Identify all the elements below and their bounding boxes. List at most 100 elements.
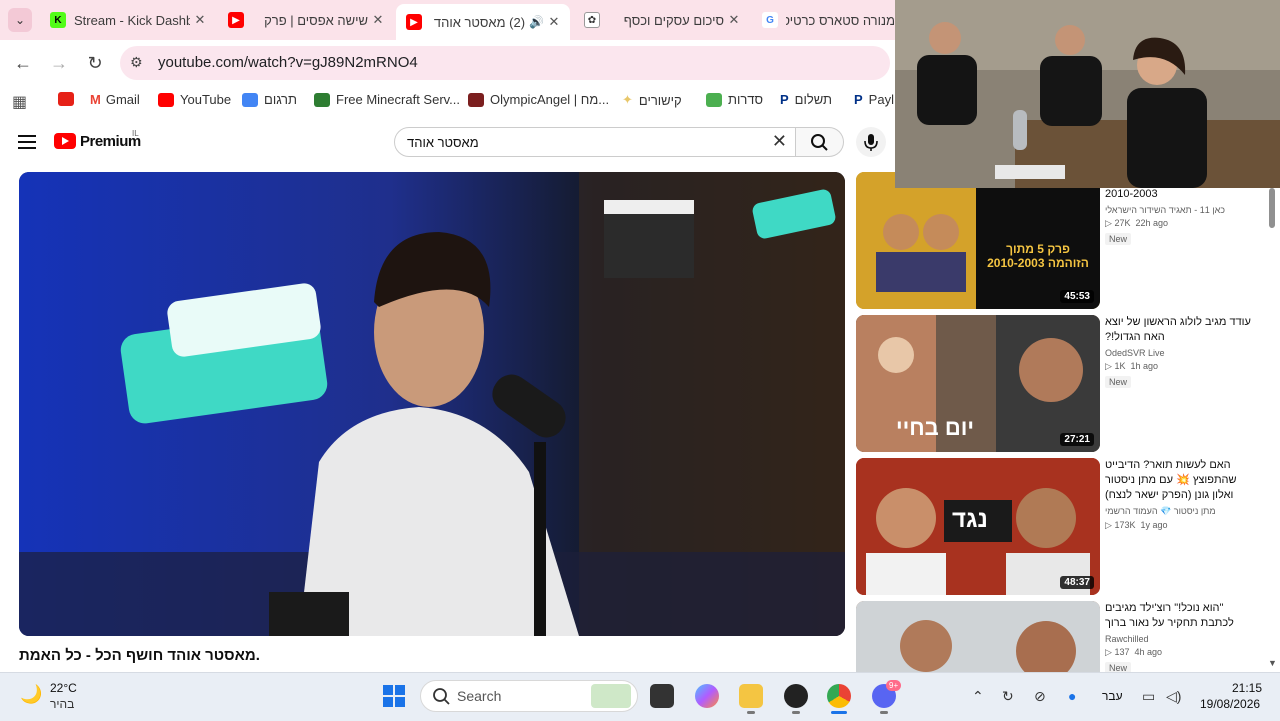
bookmark-series[interactable]: סדרות xyxy=(706,92,763,107)
monitor-icon[interactable]: ▭ xyxy=(1142,688,1155,705)
bookmark-payment[interactable]: P תשלום xyxy=(780,92,832,107)
video-thumbnail[interactable]: נגד 48:37 xyxy=(856,458,1100,595)
related-video-title[interactable]: "הוא נוכל!" רוצ'ילד מגיבים לכתבת תחקיר ע… xyxy=(1105,601,1257,631)
file-explorer-icon[interactable] xyxy=(739,684,763,708)
close-tab-icon[interactable]: ✕ xyxy=(544,14,564,30)
close-tab-icon[interactable]: ✕ xyxy=(190,12,210,28)
active-indicator xyxy=(831,711,847,714)
new-badge: New xyxy=(1105,662,1132,672)
back-icon[interactable]: ← xyxy=(10,50,36,76)
video-thumbnail[interactable]: פרק 5 מתוך הזוהמה 2010-2003 45:53 xyxy=(856,172,1100,309)
bookmark-links-folder[interactable]: ✦ קישורים xyxy=(622,92,682,108)
related-video-card[interactable]: נגד 48:37 האם לעשות תואר? הדיבייט שהתפוצ… xyxy=(856,458,1266,596)
tab-title: סיכום עסקים וכסף xyxy=(623,12,724,28)
new-badge: New xyxy=(1105,233,1132,245)
youtube-icon: ▶ xyxy=(228,12,244,28)
start-button[interactable] xyxy=(383,685,405,707)
tab-shisha-afasim[interactable]: ▶ שישה אפסים | פרק ✕ xyxy=(218,4,394,36)
video-player[interactable] xyxy=(19,172,845,636)
clear-search-icon[interactable]: ✕ xyxy=(772,131,787,152)
chevron-up-icon[interactable]: ⌃ xyxy=(972,688,984,705)
obs-icon[interactable] xyxy=(784,684,808,708)
search-button[interactable] xyxy=(796,127,844,157)
copilot-icon[interactable] xyxy=(695,684,719,708)
microphone-icon[interactable]: ● xyxy=(1068,688,1076,704)
close-tab-icon[interactable]: ✕ xyxy=(724,12,744,28)
video-frame xyxy=(19,172,845,636)
running-indicator xyxy=(792,711,800,714)
clock-date[interactable]: 19/08/2026 xyxy=(1200,697,1260,711)
channel-name[interactable]: מתן ניסטור 💎 העמוד הרשמי xyxy=(1105,506,1257,517)
forward-icon[interactable]: → xyxy=(46,50,72,76)
clock-time[interactable]: 21:15 xyxy=(1232,681,1262,695)
bookmark-translate[interactable]: תרגום xyxy=(242,92,297,107)
bookmark-youtube-red[interactable] xyxy=(58,92,80,106)
video-duration: 27:21 xyxy=(1060,433,1094,446)
apps-grid-icon[interactable]: ▦ xyxy=(12,92,27,112)
voice-search-button[interactable] xyxy=(856,127,886,157)
audio-playing-icon[interactable]: 🔊 xyxy=(529,15,544,29)
volume-icon[interactable]: ◁) xyxy=(1166,688,1181,705)
google-icon: G xyxy=(762,12,778,28)
video-meta: האם לעשות תואר? הדיבייט שהתפוצץ 💥 עם מתן… xyxy=(1105,458,1257,531)
related-video-card[interactable]: "הוא נוכל!" רוצ'ילד מגיבים לכתבת תחקיר ע… xyxy=(856,601,1266,672)
search-input[interactable]: מאסטר אוהד ✕ xyxy=(394,127,796,157)
related-video-card[interactable]: פרק 5 מתוך הזוהמה 2010-2003 45:53 הישראל… xyxy=(856,172,1266,310)
views-icon: ▷ xyxy=(1105,361,1112,371)
webcam-overlay xyxy=(895,0,1280,188)
site-info-icon[interactable]: ⚙ xyxy=(130,54,143,71)
kick-icon: K xyxy=(50,12,66,28)
youtube-logo-icon[interactable] xyxy=(54,133,76,149)
folder-icon: ✦ xyxy=(622,92,633,107)
running-indicator xyxy=(747,711,755,714)
views-icon: ▷ xyxy=(1105,520,1112,530)
tab-business-summary[interactable]: ✿ סיכום עסקים וכסף ✕ xyxy=(574,4,750,36)
taskbar-search[interactable]: Search xyxy=(420,680,638,712)
tab-master-ohad[interactable]: ▶ (2) מאסטר אוהד 🔊 ✕ xyxy=(396,4,570,40)
close-tab-icon[interactable]: ✕ xyxy=(368,12,388,28)
search-query: מאסטר אוהד xyxy=(407,135,479,150)
tab-title: (2) מאסטר אוהד xyxy=(433,14,526,30)
bookmark-paypal[interactable]: P Payl xyxy=(854,92,894,107)
youtube-icon: ▶ xyxy=(406,14,422,30)
video-meta: עודד מגיב לולוג הראשון של יוצא האח הגדול… xyxy=(1105,315,1257,390)
related-video-card[interactable]: יום בחיי 27:21 עודד מגיב לולוג הראשון של… xyxy=(856,315,1266,453)
weather-temperature[interactable]: 22°C xyxy=(50,681,77,695)
sync-icon[interactable]: ↻ xyxy=(1002,688,1014,705)
no-network-icon[interactable]: ⊘ xyxy=(1034,688,1046,705)
menu-icon[interactable] xyxy=(18,135,36,149)
address-bar[interactable]: ⚙ youtube.com/watch?v=gJ89N2mRNO4 xyxy=(120,46,890,80)
url-text: youtube.com/watch?v=gJ89N2mRNO4 xyxy=(158,54,418,71)
bookmark-olympicangel[interactable]: OlympicAngel | מח... xyxy=(468,92,609,107)
tab-kick-dashboard[interactable]: K Stream - Kick Dashboard ✕ xyxy=(40,4,216,36)
search-highlight-icon xyxy=(591,684,631,708)
chrome-icon[interactable] xyxy=(827,684,851,708)
taskbar xyxy=(0,672,1280,721)
input-language[interactable]: עבר xyxy=(1102,689,1123,703)
bookmark-minecraft[interactable]: Free Minecraft Serv... xyxy=(314,92,460,107)
thumbnail-text: נגד xyxy=(952,506,988,533)
page-scrollbar[interactable]: ▼ xyxy=(1268,186,1278,670)
channel-name[interactable]: OdedSVR Live xyxy=(1105,348,1257,358)
tab-search-dropdown[interactable]: ⌄ xyxy=(8,8,32,32)
related-video-title[interactable]: עודד מגיב לולוג הראשון של יוצא האח הגדול… xyxy=(1105,315,1257,345)
related-video-title[interactable]: האם לעשות תואר? הדיבייט שהתפוצץ 💥 עם מתן… xyxy=(1105,458,1257,503)
youtube-icon xyxy=(58,92,74,106)
paypal-icon: P xyxy=(854,92,863,107)
bookmark-youtube[interactable]: YouTube xyxy=(158,92,231,107)
video-thumbnail[interactable]: יום בחיי 27:21 xyxy=(856,315,1100,452)
scroll-down-icon[interactable]: ▼ xyxy=(1268,658,1277,668)
reload-icon[interactable]: ↻ xyxy=(82,50,108,76)
tab-menora-stars[interactable]: G מנורה סטארס כרטיס xyxy=(752,4,895,36)
channel-name[interactable]: כאן 11 - תאגיד השידור הישראלי xyxy=(1105,205,1257,215)
channel-name[interactable]: Rawchilled xyxy=(1105,634,1257,644)
bookmark-gmail[interactable]: M Gmail xyxy=(90,92,140,107)
video-duration: 45:53 xyxy=(1060,290,1094,303)
video-meta: "הוא נוכל!" רוצ'ילד מגיבים לכתבת תחקיר ע… xyxy=(1105,601,1257,672)
thumbnail-text: פרק 5 מתוך הזוהמה 2010-2003 xyxy=(987,242,1089,270)
task-view-icon[interactable] xyxy=(650,684,674,708)
scrollbar-thumb[interactable] xyxy=(1269,188,1275,228)
video-thumbnail[interactable] xyxy=(856,601,1100,672)
gmail-icon: M xyxy=(90,92,101,107)
moon-icon[interactable]: 🌙 xyxy=(20,684,42,705)
